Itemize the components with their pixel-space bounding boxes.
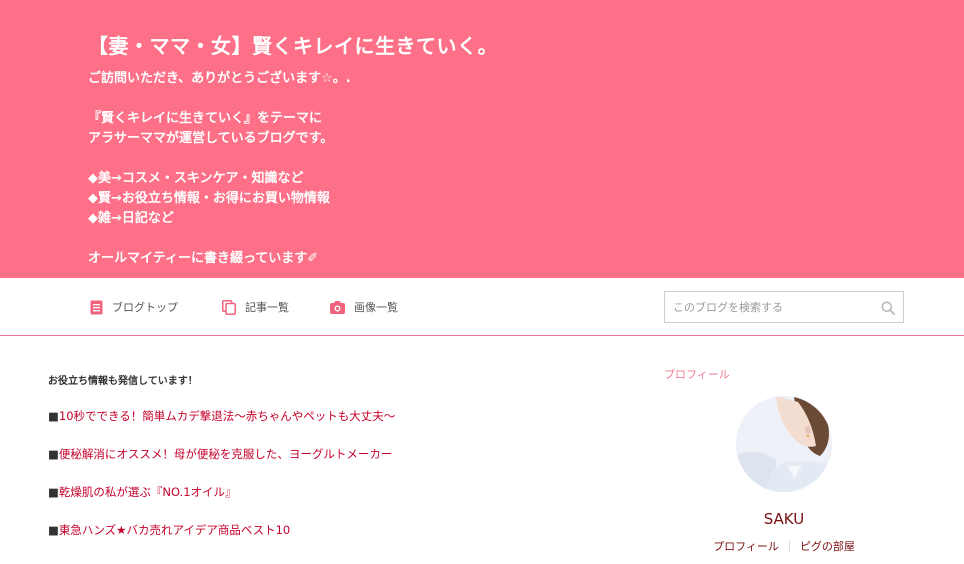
main-content: お役立ち情報も発信しています！ ■10秒でできる！簡単ムカデ撃退法〜赤ちゃんやペ… — [48, 372, 608, 537]
description-line: ◆美→コスメ・スキンケア・知識など — [88, 171, 304, 186]
description-line: 『賢くキレイに生きていく』をテーマに — [88, 111, 323, 126]
copy-icon — [222, 299, 236, 315]
bullet: ■ — [48, 409, 59, 423]
pigg-room-link[interactable]: ピグの部屋 — [800, 538, 855, 554]
article-link[interactable]: 便秘解消にオススメ！母が便秘を克服した、ヨーグルトメーカー — [59, 447, 393, 461]
document-icon — [90, 300, 103, 315]
article-link[interactable]: 10秒でできる！簡単ムカデ撃退法〜赤ちゃんやペットも大丈夫〜 — [59, 409, 395, 423]
list-item: ■乾燥肌の私が選ぶ『NO.1オイル』 — [48, 484, 237, 500]
username[interactable]: SAKU — [664, 510, 904, 528]
description-line: オールマイティーに書き綴っています✐ — [88, 251, 319, 266]
nav-label: 画像一覧 — [354, 301, 398, 314]
article-link[interactable]: 乾燥肌の私が選ぶ『NO.1オイル』 — [59, 485, 237, 499]
blog-header: 【妻・ママ・女】賢くキレイに生きていく。 ご訪問いただき、ありがとうございます☆… — [0, 0, 964, 278]
nav-label: ブログトップ — [112, 301, 178, 314]
profile-links: プロフィール ピグの部屋 — [664, 538, 904, 554]
global-nav: ブログトップ 記事一覧 画像一覧 — [0, 278, 964, 336]
description-line: ◆雑→日記など — [88, 211, 174, 226]
camera-icon — [330, 300, 345, 314]
search-icon[interactable] — [881, 300, 895, 319]
description-line — [88, 229, 351, 249]
blog-description: ご訪問いただき、ありがとうございます☆。. 『賢くキレイに生きていく』をテーマに… — [88, 69, 351, 269]
nav-label: 記事一覧 — [245, 301, 289, 314]
list-item: ■東急ハンズ★バカ売れアイデア商品ベスト10 — [48, 522, 290, 538]
article-link[interactable]: 東急ハンズ★バカ売れアイデア商品ベスト10 — [59, 523, 290, 537]
search-input[interactable] — [665, 292, 875, 322]
bullet: ■ — [48, 523, 59, 537]
description-line: アラサーママが運営しているブログです。 — [88, 131, 334, 146]
link-divider — [788, 540, 790, 552]
list-item: ■便秘解消にオススメ！母が便秘を克服した、ヨーグルトメーカー — [48, 446, 392, 462]
description-line — [88, 149, 351, 169]
nav-article-list[interactable]: 記事一覧 — [222, 298, 289, 316]
avatar-image — [736, 396, 832, 492]
section-title: お役立ち情報も発信しています！ — [48, 376, 198, 387]
bullet: ■ — [48, 447, 59, 461]
profile-sidebar: プロフィール SAKU プロフィール ピグの部屋 — [664, 336, 904, 564]
profile-link[interactable]: プロフィール — [713, 538, 779, 554]
bullet: ■ — [48, 485, 59, 499]
blog-title[interactable]: 【妻・ママ・女】賢くキレイに生きていく。 — [88, 30, 498, 59]
nav-image-list[interactable]: 画像一覧 — [330, 298, 398, 316]
profile-heading: プロフィール — [664, 368, 730, 381]
nav-blog-top[interactable]: ブログトップ — [90, 298, 178, 316]
list-item: ■10秒でできる！簡単ムカデ撃退法〜赤ちゃんやペットも大丈夫〜 — [48, 408, 395, 424]
description-line — [88, 89, 351, 109]
avatar[interactable] — [736, 396, 832, 492]
description-line: ご訪問いただき、ありがとうございます☆。. — [88, 71, 351, 86]
blog-search — [664, 291, 904, 323]
description-line: ◆賢→お役立ち情報・お得にお買い物情報 — [88, 191, 330, 206]
